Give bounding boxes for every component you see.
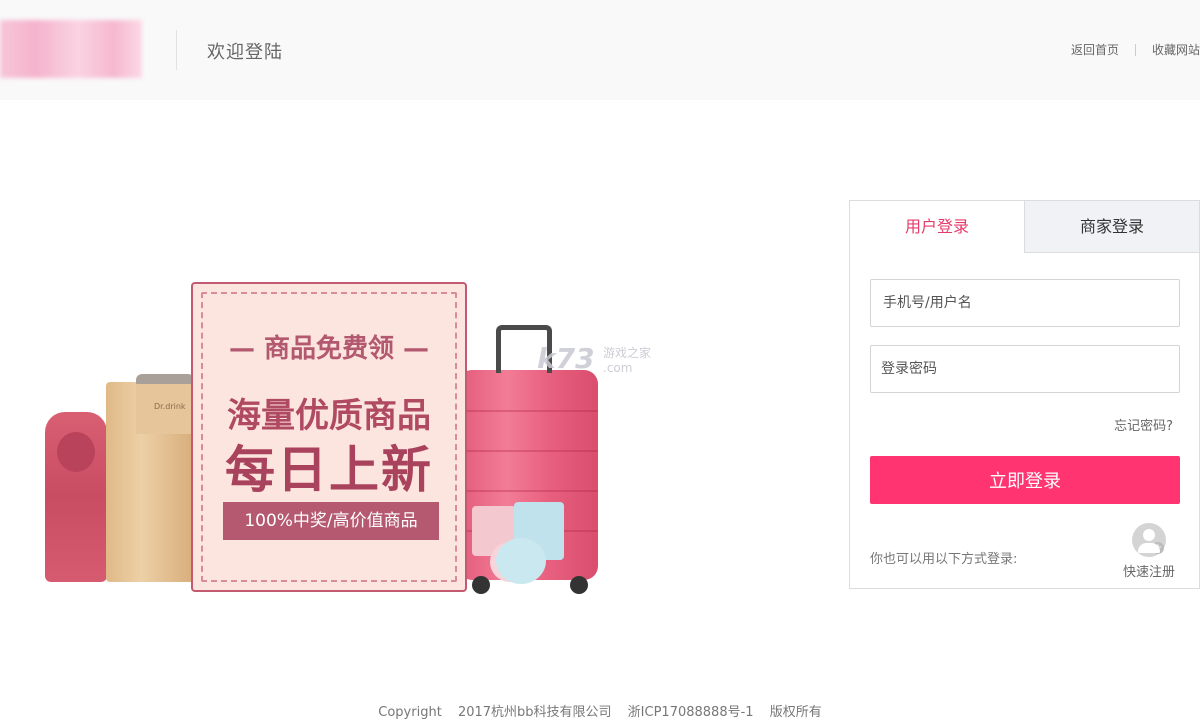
alt-login-text: 你也可以用以下方式登录: xyxy=(870,552,1018,567)
rights-text: 版权所有 xyxy=(769,705,822,720)
bookmark-link[interactable]: 收藏网站 xyxy=(1152,41,1200,58)
promo-badge: 100%中奖/高价值商品 xyxy=(223,502,439,540)
watermark-subtext: 游戏之家 .com xyxy=(603,346,652,375)
login-tabs: 用户登录 商家登录 xyxy=(850,201,1199,253)
company-text: 2017杭州bb科技有限公司 xyxy=(457,705,612,720)
machine-brand-text: Dr.drink xyxy=(154,402,186,411)
quick-register-button[interactable]: + 快速注册 xyxy=(1119,523,1179,580)
header: 欢迎登陆 返回首页 收藏网站 xyxy=(0,0,1200,100)
forgot-password-link[interactable]: 忘记密码? xyxy=(1114,415,1173,434)
watermark: k73 游戏之家 .com xyxy=(537,342,651,375)
footer: Copyright 2017杭州bb科技有限公司 浙ICP17088888号-1… xyxy=(0,701,1200,720)
water-machine-image: Dr.drink xyxy=(106,374,194,582)
home-link[interactable]: 返回首页 xyxy=(1071,41,1119,58)
top-links: 返回首页 收藏网站 xyxy=(1071,41,1200,58)
logo[interactable] xyxy=(0,20,142,78)
page-title: 欢迎登陆 xyxy=(207,42,283,63)
login-panel: 用户登录 商家登录 忘记密码? 立即登录 你也可以用以下方式登录: + 快速注册 xyxy=(849,200,1200,589)
cups-image xyxy=(470,502,580,584)
promo-subtitle: — 商品免费领 — xyxy=(228,334,430,364)
username-input[interactable] xyxy=(870,279,1180,327)
promo-headline-large: 每日上新 xyxy=(225,441,433,499)
icp-text: 浙ICP17088888号-1 xyxy=(627,705,754,720)
scarf-image xyxy=(45,412,107,582)
promo-banner: Dr.drink — 商品免费领 — 海量优质商品 每日上新 100%中奖/高价… xyxy=(40,280,670,600)
tab-merchant-login[interactable]: 商家登录 xyxy=(1024,201,1199,253)
copyright-text: Copyright xyxy=(378,705,442,720)
login-button[interactable]: 立即登录 xyxy=(870,456,1180,504)
quick-register-label: 快速注册 xyxy=(1122,565,1175,580)
password-input[interactable] xyxy=(870,345,1180,393)
user-add-icon: + xyxy=(1132,523,1166,557)
header-divider xyxy=(176,30,177,70)
link-divider xyxy=(1134,43,1136,56)
promo-card: — 商品免费领 — 海量优质商品 每日上新 100%中奖/高价值商品 xyxy=(191,282,467,592)
tab-user-login[interactable]: 用户登录 xyxy=(850,201,1024,253)
